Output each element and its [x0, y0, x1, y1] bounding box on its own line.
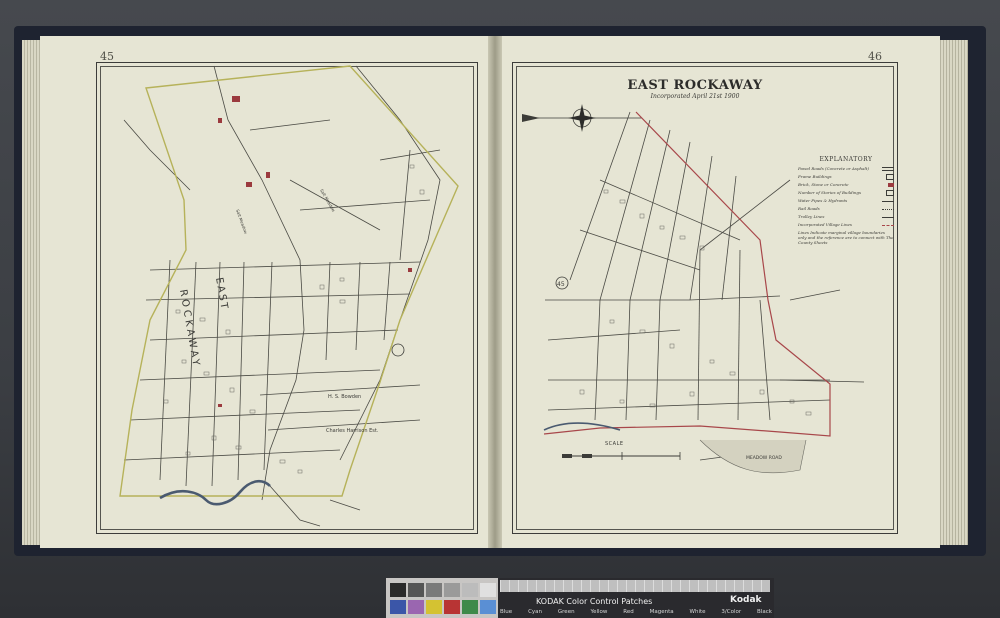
rstreet-5	[689, 155, 713, 301]
legend-title: EXPLANATORY	[819, 156, 873, 163]
swatch	[462, 583, 478, 597]
swatch	[480, 583, 496, 597]
water-pipe-symbol-icon	[882, 200, 894, 202]
rstreet-15	[697, 249, 701, 421]
right-creek	[543, 422, 621, 431]
railroad-symbol-icon	[882, 208, 894, 210]
railroad	[699, 179, 791, 251]
rstreet-main	[545, 295, 781, 301]
rstreet-2	[599, 119, 651, 301]
rstreet-9	[547, 329, 681, 341]
rstreet-12	[594, 299, 601, 421]
rstreet-11	[547, 399, 831, 411]
legend-item: Brick, Stone or Concrete	[798, 181, 894, 189]
legend-item: Paved Roads (Concrete or Asphalt)	[798, 165, 894, 173]
rstreet-16	[737, 249, 741, 421]
legend-item: Trolley Lines	[798, 213, 894, 221]
swatch	[390, 583, 406, 597]
legend-item: Incorporated Village Lines	[798, 221, 894, 229]
scan-scene: 45 46 EAST ROCKAWAY Salt Meadow Salt Mea…	[0, 0, 1000, 618]
rstreet-3	[629, 129, 671, 301]
legend-label: Frame Buildings	[798, 174, 832, 179]
swatch	[390, 600, 406, 614]
legend-note: Lines Indicate marginal village boundari…	[798, 230, 894, 245]
stories-symbol-icon	[886, 190, 894, 196]
right-map: 45	[522, 104, 865, 474]
swatch	[408, 600, 424, 614]
legend: EXPLANATORY Paved Roads (Concrete or Asp…	[798, 156, 894, 262]
right-route-marker-label: 45	[557, 281, 565, 288]
patch-name: Cyan	[528, 609, 543, 615]
legend-item: Frame Buildings	[798, 173, 894, 181]
patch-name: Yellow	[590, 609, 608, 615]
kodak-ruler	[500, 580, 770, 592]
rstreet-1	[569, 111, 631, 281]
map-title: EAST ROCKAWAY	[627, 78, 763, 93]
rstreet-4	[659, 141, 691, 301]
patch-name: Magenta	[649, 609, 674, 615]
legend-label: Number of Stories of Buildings	[798, 190, 862, 195]
kodak-title: KODAK Color Control Patches	[536, 597, 653, 606]
patch-name: Red	[623, 609, 634, 615]
scale-label: SCALE	[605, 441, 624, 447]
map-subtitle: Incorporated April 21st 1900	[650, 93, 740, 100]
patch-name: Blue	[500, 609, 513, 615]
patch-name: White	[689, 609, 706, 615]
scale-bar	[562, 452, 681, 460]
legend-item: Water Pipes & Hydrants	[798, 197, 894, 205]
legend-label: Water Pipes & Hydrants	[798, 198, 848, 203]
right-map-buildings	[579, 189, 812, 416]
legend-label: Incorporated Village Lines	[798, 222, 852, 227]
rstreet-13	[625, 299, 631, 421]
legend-item: Number of Stories of Buildings	[798, 189, 894, 197]
kodak-logo: Kodak	[730, 595, 762, 605]
road-label: MEADOW ROAD	[746, 456, 782, 461]
swatch	[408, 583, 424, 597]
patch-name: Green	[557, 609, 575, 615]
legend-label: Rail Roads	[798, 206, 820, 211]
paved-road-symbol-icon	[882, 167, 894, 171]
legend-item: Rail Roads	[798, 205, 894, 213]
legend-label: Brick, Stone or Concrete	[798, 182, 849, 187]
rstreet-7	[599, 179, 741, 241]
trolley-symbol-icon	[882, 216, 894, 218]
swatch	[426, 600, 442, 614]
kodak-patch-names: Blue Cyan Green Yellow Red Magenta White…	[500, 609, 772, 615]
swatch	[480, 600, 496, 614]
patch-name: 3/Color	[721, 609, 742, 615]
brick-building-symbol-icon	[888, 183, 894, 187]
color-target-swatches	[390, 583, 498, 615]
right-village-boundary	[543, 111, 831, 437]
rstreet-6	[721, 175, 737, 301]
rstreet-19	[789, 289, 841, 301]
frame-building-symbol-icon	[886, 174, 894, 180]
rstreet-14	[655, 299, 661, 421]
legend-label: Paved Roads (Concrete or Asphalt)	[798, 166, 869, 171]
swatch	[444, 583, 460, 597]
swatch	[462, 600, 478, 614]
swatch	[444, 600, 460, 614]
patch-name: Black	[757, 609, 772, 615]
swatch	[426, 583, 442, 597]
legend-label: Trolley Lines	[798, 214, 825, 219]
village-line-symbol-icon	[882, 224, 894, 226]
